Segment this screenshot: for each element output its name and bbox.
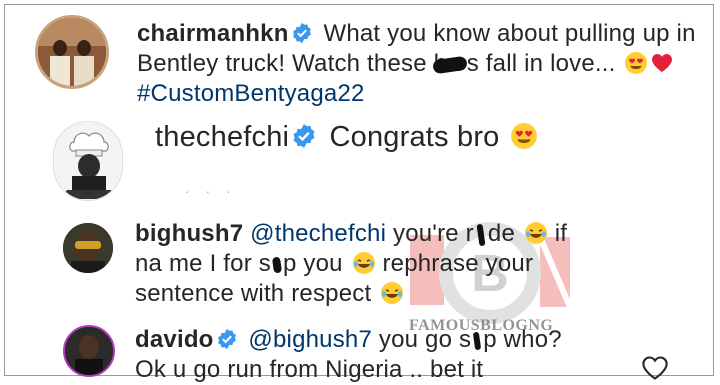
heart-eyes-emoji bbox=[625, 52, 648, 74]
comment-chairmanhkn: chairmanhkn What you know about pulling … bbox=[5, 5, 713, 115]
hashtag-link[interactable]: #CustomBentyaga22 bbox=[137, 80, 365, 107]
comment-text-line2b: p you bbox=[282, 250, 343, 277]
redaction-mark bbox=[476, 223, 486, 246]
comment-text-line1: What you know about pulling up in bbox=[323, 20, 696, 47]
mention-bighush7[interactable]: @bighush7 bbox=[248, 326, 372, 353]
verified-badge-icon bbox=[293, 124, 315, 148]
verified-badge-icon bbox=[292, 22, 311, 44]
comment-text-line3: sentence with respect bbox=[135, 280, 372, 307]
comment-text-line2b: s fall in love... bbox=[466, 50, 616, 77]
comment-text-line1a: you're r bbox=[393, 220, 474, 247]
comment-text-line1a: you go s bbox=[378, 326, 472, 353]
comment-text: Congrats bro bbox=[329, 121, 500, 153]
verified-badge-icon bbox=[217, 328, 236, 350]
redaction-mark bbox=[472, 331, 482, 350]
comment-text-line1b: de bbox=[487, 220, 515, 247]
red-heart-emoji bbox=[652, 54, 673, 72]
comment-text-line2c: rephrase your bbox=[382, 250, 534, 277]
comment-davido: davido @bighush7 you go s p who? Ok u go … bbox=[5, 321, 713, 383]
comment-text-line2a: Bentley truck! Watch these ha bbox=[137, 50, 461, 77]
tears-of-joy-emoji bbox=[524, 222, 547, 244]
avatar-davido[interactable] bbox=[63, 325, 115, 377]
avatar-thechefchi[interactable] bbox=[53, 121, 123, 201]
redaction-mark bbox=[271, 256, 283, 274]
username-davido[interactable]: davido bbox=[135, 326, 214, 353]
comment-text-line2a: na me I for s bbox=[135, 250, 271, 277]
comment-text-line1c: if bbox=[554, 220, 568, 247]
username-bighush7[interactable]: bighush7 bbox=[135, 220, 243, 247]
comment-text-line1b: p who? bbox=[483, 326, 562, 353]
avatar-chairmanhkn[interactable] bbox=[35, 15, 109, 89]
tears-of-joy-emoji bbox=[352, 252, 375, 274]
comment-bighush7: bighush7 @thechefchi you're r de if na me… bbox=[5, 215, 713, 315]
username-thechefchi[interactable]: thechefchi bbox=[155, 121, 289, 153]
comments-panel: chairmanhkn What you know about pulling … bbox=[4, 4, 714, 383]
username-chairmanhkn[interactable]: chairmanhkn bbox=[137, 20, 289, 47]
comment-thechefchi: thechefchi Congrats bro bbox=[5, 115, 713, 205]
divider-dots: · · · bbox=[185, 183, 237, 199]
tears-of-joy-emoji bbox=[381, 282, 404, 304]
heart-eyes-emoji bbox=[510, 123, 537, 149]
heart-icon[interactable] bbox=[641, 355, 669, 381]
mention-thechefchi[interactable]: @thechefchi bbox=[250, 220, 386, 247]
avatar-bighush7[interactable] bbox=[63, 223, 113, 273]
comment-text-line2: Ok u go run from Nigeria .. bet it bbox=[135, 356, 484, 383]
